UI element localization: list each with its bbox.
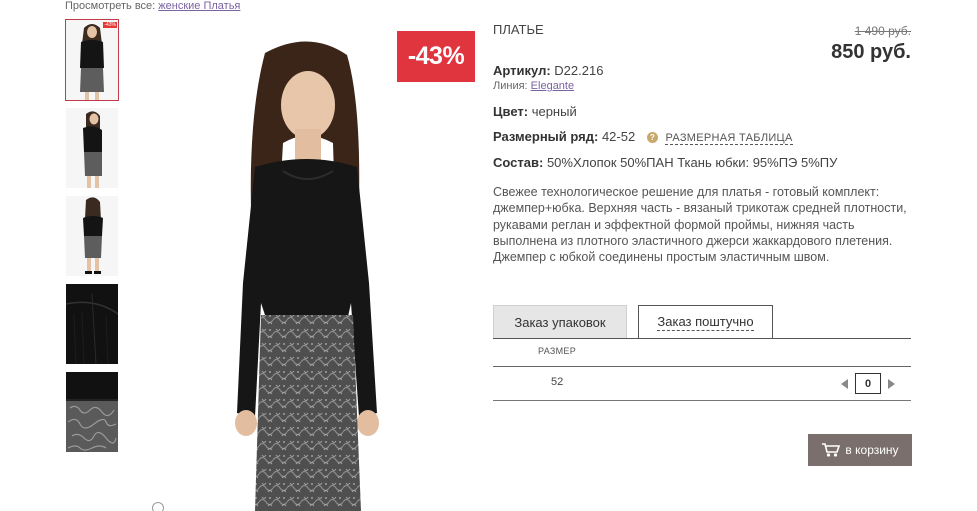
thumbnail-badge: -43% — [103, 22, 117, 28]
main-product-image[interactable] — [147, 33, 475, 511]
line-row: Линия: Elegante — [493, 80, 574, 92]
line-link[interactable]: Elegante — [531, 80, 574, 92]
breadcrumb: Просмотреть все: женские Платья — [65, 0, 240, 12]
tab-pack-order-label: Заказ упаковок — [514, 314, 606, 330]
table-header-divider — [493, 366, 911, 367]
composition-row: Состав: 50%Хлопок 50%ПАН Ткань юбки: 95%… — [493, 155, 837, 170]
thumbnail-4[interactable] — [66, 284, 118, 364]
breadcrumb-prefix: Просмотреть все: — [65, 0, 156, 12]
add-to-cart-label: в корзину — [845, 443, 899, 457]
thumbnail-2[interactable] — [66, 108, 118, 188]
breadcrumb-link[interactable]: женские Платья — [158, 0, 240, 12]
article-value: D22.216 — [554, 63, 604, 78]
cart-icon — [822, 443, 841, 457]
question-icon[interactable]: ? — [646, 132, 658, 143]
arrow-left-icon[interactable] — [841, 378, 848, 389]
size-table-link[interactable]: РАЗМЕРНАЯ ТАБЛИЦА — [665, 132, 793, 145]
table-row-size: 52 — [551, 376, 564, 388]
thumbnail-1[interactable]: -43% — [65, 19, 119, 101]
table-row-divider — [493, 400, 911, 401]
composition-label: Состав: — [493, 155, 544, 170]
color-label: Цвет: — [493, 104, 529, 119]
composition-value: 50%Хлопок 50%ПАН Ткань юбки: 95%ПЭ 5%ПУ — [546, 155, 838, 170]
line-label: Линия: — [493, 80, 528, 92]
old-price: 1 490 руб. — [854, 24, 911, 38]
size-range-row: Размерный ряд: 42-52 ? РАЗМЕРНАЯ ТАБЛИЦА — [493, 129, 793, 145]
arrow-right-icon[interactable] — [888, 378, 895, 389]
add-to-cart-button[interactable]: в корзину — [808, 434, 912, 466]
product-description: Свежее технологическое решение для плать… — [493, 185, 907, 265]
current-price: 850 руб. — [831, 41, 911, 63]
product-title: ПЛАТЬЕ — [493, 22, 544, 37]
discount-badge: -43% — [397, 31, 475, 82]
thumbnail-5[interactable] — [66, 372, 118, 452]
size-column-header: РАЗМЕР — [538, 346, 577, 356]
tab-single-order-label: Заказ поштучно — [657, 314, 754, 331]
article-row: Артикул: D22.216 — [493, 63, 603, 78]
quantity-stepper — [841, 373, 895, 394]
tab-divider — [493, 338, 911, 339]
color-value: черный — [531, 104, 577, 119]
size-range-label: Размерный ряд: — [493, 129, 599, 144]
thumbnail-3[interactable] — [66, 196, 118, 276]
color-row: Цвет: черный — [493, 104, 577, 119]
quantity-input[interactable] — [855, 373, 881, 394]
zoom-icon[interactable] — [152, 502, 164, 511]
article-label: Артикул: — [493, 63, 551, 78]
tab-pack-order[interactable]: Заказ упаковок — [493, 305, 627, 338]
tab-single-order[interactable]: Заказ поштучно — [638, 305, 773, 339]
size-range-value: 42-52 — [601, 129, 636, 144]
